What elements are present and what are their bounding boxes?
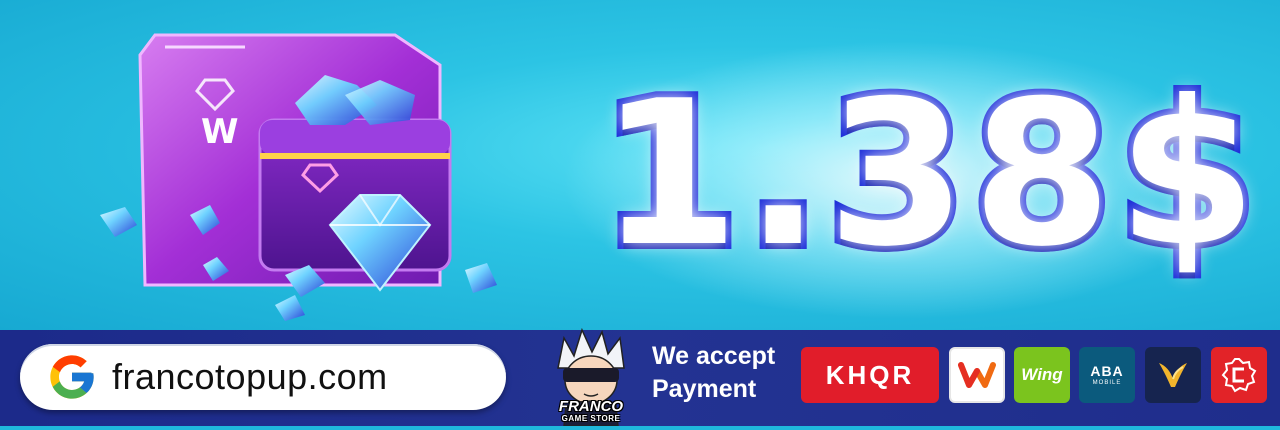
website-domain[interactable]: francotopup.com [112, 352, 388, 402]
wave-icon [957, 359, 997, 391]
khqr-label: KHQR [825, 359, 915, 390]
crate-letter: W [201, 112, 239, 152]
aba-label: ABA [1090, 362, 1124, 379]
wing-payment-logo[interactable]: Wing [1014, 347, 1070, 403]
hero-banner: W 1.38$ [0, 0, 1280, 330]
wave-payment-logo[interactable] [949, 347, 1005, 403]
khqr-payment-logo[interactable]: KHQR [801, 347, 939, 403]
aba-payment-logo[interactable]: ABA MOBILE [1079, 347, 1135, 403]
bird-icon [1159, 363, 1187, 387]
chip-payment-logo[interactable] [1211, 347, 1267, 403]
google-icon [46, 351, 98, 403]
website-pill[interactable]: francotopup.com [20, 344, 506, 410]
mascot-name: FRANCO [558, 398, 624, 415]
crate-illustration: W [100, 33, 497, 321]
accept-line-2: Payment [652, 375, 757, 403]
vattanac-payment-logo[interactable] [1145, 347, 1201, 403]
wing-label: Wing [1021, 365, 1063, 384]
mascot-label: FRANCO GAME STORE [548, 399, 634, 423]
diamond-crate-image: W [95, 25, 525, 325]
accept-payment-text: We accept Payment [652, 340, 792, 406]
accept-line-1: We accept [652, 342, 776, 370]
mascot-subtitle: GAME STORE [561, 414, 621, 423]
aba-sublabel: MOBILE [1092, 379, 1122, 386]
chip-icon [1221, 358, 1257, 393]
price-label: 1.38$ [594, 54, 1263, 296]
